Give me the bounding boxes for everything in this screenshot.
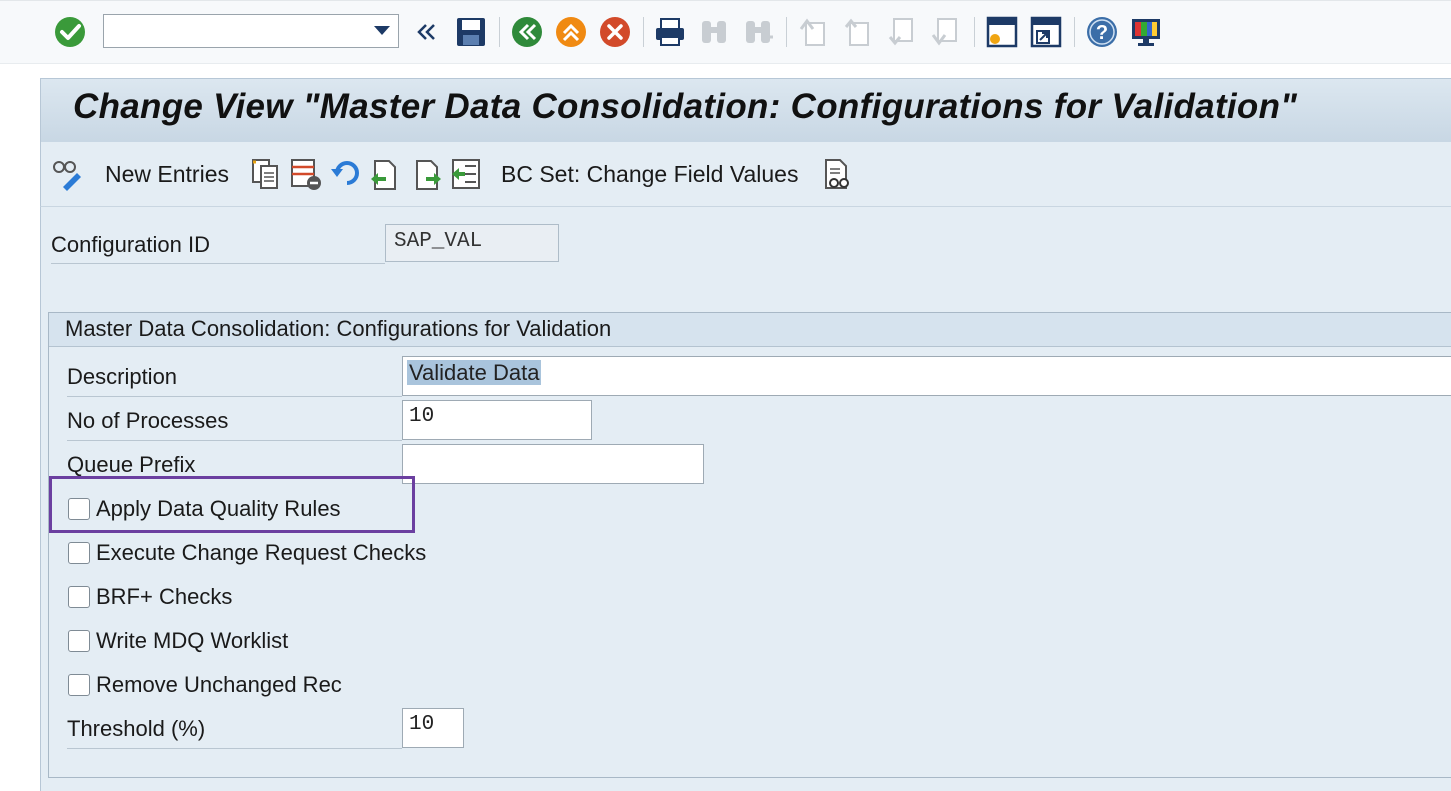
brf-checks-checkbox[interactable] <box>68 586 90 608</box>
create-session-icon[interactable] <box>985 15 1019 49</box>
bc-set-display-icon[interactable] <box>821 156 855 192</box>
execute-cr-checks-label[interactable]: Execute Change Request Checks <box>96 540 426 566</box>
command-input[interactable] <box>104 15 364 47</box>
processes-field[interactable]: 10 <box>402 400 592 440</box>
configuration-id-field: SAP_VAL <box>385 224 559 262</box>
queue-prefix-label: Queue Prefix <box>67 452 196 477</box>
threshold-label: Threshold (%) <box>67 716 206 741</box>
undo-icon[interactable] <box>329 156 363 192</box>
brf-checks-label[interactable]: BRF+ Checks <box>96 584 232 610</box>
configuration-id-label: Configuration ID <box>51 232 210 257</box>
select-block-icon[interactable] <box>411 156 445 192</box>
select-all-icon[interactable] <box>367 156 401 192</box>
queue-prefix-field[interactable] <box>402 444 704 484</box>
left-gutter <box>0 64 40 791</box>
find-icon <box>697 15 731 49</box>
svg-text:?: ? <box>1096 22 1108 44</box>
remove-unchanged-rec-checkbox[interactable] <box>68 674 90 696</box>
execute-cr-checks-checkbox[interactable] <box>68 542 90 564</box>
configuration-id-underline <box>51 263 385 264</box>
previous-page-icon <box>841 15 875 49</box>
save-icon[interactable] <box>454 15 488 49</box>
delete-icon[interactable] <box>289 156 323 192</box>
title-bar: Change View "Master Data Consolidation: … <box>40 78 1451 142</box>
last-page-icon <box>929 15 963 49</box>
find-next-icon <box>741 15 775 49</box>
customize-layout-icon[interactable] <box>1129 15 1163 49</box>
bc-set-change-field-values-button[interactable]: BC Set: Change Field Values <box>501 161 798 188</box>
description-label: Description <box>67 364 178 389</box>
annotation-highlight-box <box>49 476 415 533</box>
system-toolbar: ? <box>0 0 1451 64</box>
deselect-all-icon[interactable] <box>449 156 483 192</box>
chevron-down-icon[interactable] <box>374 26 390 35</box>
enter-icon[interactable] <box>53 15 87 49</box>
copy-icon[interactable] <box>249 156 283 192</box>
validation-config-group: Master Data Consolidation: Configuration… <box>48 312 1451 778</box>
application-toolbar: New Entries BC Set: Change Field Values <box>40 142 1451 207</box>
shortcut-icon[interactable] <box>1029 15 1063 49</box>
help-icon[interactable]: ? <box>1085 15 1119 49</box>
back-icon[interactable] <box>510 15 544 49</box>
command-field[interactable] <box>103 14 399 48</box>
print-icon[interactable] <box>653 15 687 49</box>
first-page-icon <box>797 15 831 49</box>
description-field[interactable]: Validate Data <box>402 356 1451 396</box>
group-title: Master Data Consolidation: Configuration… <box>49 313 1451 347</box>
next-page-icon <box>885 15 919 49</box>
page-title: Change View "Master Data Consolidation: … <box>73 87 1298 126</box>
write-mdq-worklist-checkbox[interactable] <box>68 630 90 652</box>
cancel-icon[interactable] <box>598 15 632 49</box>
remove-unchanged-rec-label[interactable]: Remove Unchanged Rec <box>96 672 342 698</box>
new-entries-button[interactable]: New Entries <box>105 161 229 188</box>
threshold-field[interactable]: 10 <box>402 708 464 748</box>
write-mdq-worklist-label[interactable]: Write MDQ Worklist <box>96 628 288 654</box>
exit-icon[interactable] <box>554 15 588 49</box>
processes-label: No of Processes <box>67 408 229 433</box>
back-arrows-icon[interactable] <box>410 15 444 49</box>
description-value: Validate Data <box>407 360 542 385</box>
display-change-icon[interactable] <box>51 156 85 192</box>
